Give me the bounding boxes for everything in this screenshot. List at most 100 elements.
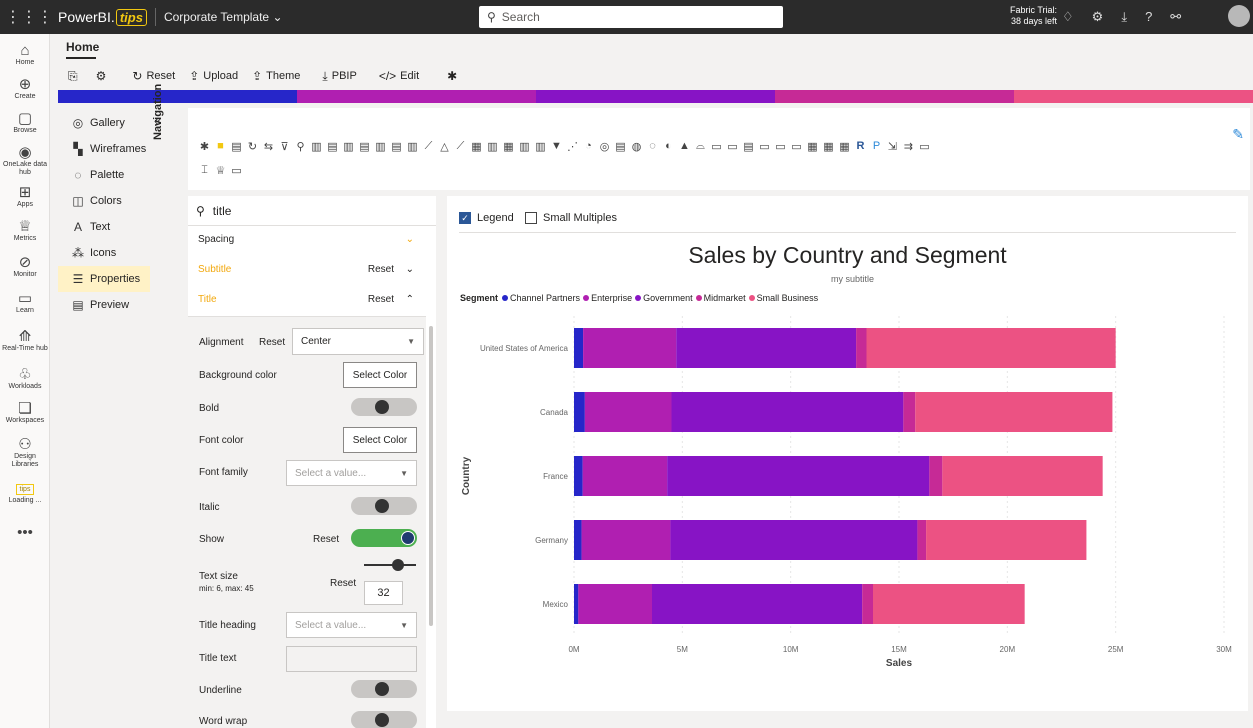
visual-type-icon[interactable]: ⌶ — [198, 164, 211, 177]
rail-item-workspaces[interactable]: ❏ Workspaces — [0, 400, 50, 425]
download-icon[interactable]: ⤓ — [1121, 9, 1127, 25]
visual-type-icon[interactable]: ▼ — [550, 140, 563, 153]
visual-type-icon[interactable]: ▭ — [726, 140, 739, 153]
visual-type-icon[interactable]: ▥ — [310, 140, 323, 153]
visual-type-icon[interactable]: △ — [438, 140, 451, 153]
legend-item[interactable]: Channel Partners — [502, 293, 580, 303]
visual-type-icon[interactable]: ▭ — [790, 140, 803, 153]
word-wrap-toggle[interactable] — [351, 711, 417, 728]
edit-button[interactable]: </> Edit — [379, 69, 419, 83]
nav-item-wireframes[interactable]: ▚ Wireframes — [58, 136, 150, 162]
rail-item-browse[interactable]: ▢ Browse — [0, 110, 50, 135]
background-select-color-button[interactable]: Select Color — [343, 362, 417, 388]
show-reset[interactable]: Reset — [313, 534, 339, 545]
help-icon[interactable]: ? — [1145, 9, 1152, 25]
rail-item-metrics[interactable]: ♕ Metrics — [0, 218, 50, 243]
nav-item-gallery[interactable]: ◎ Gallery — [58, 110, 150, 136]
settings-button[interactable]: ⚙ — [96, 69, 111, 83]
visual-type-icon[interactable]: ▭ — [230, 164, 243, 177]
rail-item-home[interactable]: ⌂ Home — [0, 42, 50, 67]
paint-brush-icon[interactable]: ✎ — [1232, 126, 1244, 143]
visual-type-icon[interactable]: ⟋ — [454, 140, 467, 153]
visual-type-icon[interactable]: ⚲ — [294, 140, 307, 153]
visual-type-icon[interactable]: P — [870, 140, 883, 153]
visual-type-icon[interactable]: ▦ — [806, 140, 819, 153]
visual-type-icon[interactable]: ▦ — [822, 140, 835, 153]
font-family-select[interactable]: Select a value... ▼ — [286, 460, 417, 486]
rail-item-more[interactable]: ••• — [0, 524, 50, 541]
alignment-select[interactable]: Center ▼ — [292, 328, 424, 355]
new-page-button[interactable]: ⎘ — [68, 69, 82, 84]
nav-item-text[interactable]: A Text — [58, 214, 150, 240]
show-toggle[interactable] — [351, 529, 417, 547]
scrollbar[interactable] — [429, 326, 433, 626]
subtitle-reset[interactable]: Reset — [368, 264, 394, 275]
nav-item-preview[interactable]: ▤ Preview — [58, 292, 150, 318]
pbip-button[interactable]: ⤓ PBIP — [322, 69, 356, 84]
visual-type-icon[interactable]: ⇆ — [262, 140, 275, 153]
legend-item[interactable]: Government — [635, 293, 693, 303]
italic-toggle[interactable] — [351, 497, 417, 515]
bell-icon[interactable]: ♢ — [1062, 9, 1074, 25]
font-select-color-button[interactable]: Select Color — [343, 427, 417, 453]
nav-item-icons[interactable]: ⁂ Icons — [58, 240, 150, 266]
alignment-reset[interactable]: Reset — [259, 337, 285, 348]
visual-type-icon[interactable]: ▥ — [342, 140, 355, 153]
app-launcher-icon[interactable]: ⋮⋮⋮ — [0, 7, 58, 27]
upload-button[interactable]: ⇪ Upload — [189, 69, 238, 83]
rail-item-apps[interactable]: ⊞ Apps — [0, 184, 50, 209]
visual-type-icon[interactable]: ▦ — [502, 140, 515, 153]
rail-item-workloads[interactable]: ♧ Workloads — [0, 366, 50, 391]
visual-type-icon[interactable]: ▤ — [326, 140, 339, 153]
visual-type-icon[interactable]: ▭ — [758, 140, 771, 153]
nav-item-palette[interactable]: ◌ Palette — [58, 162, 150, 188]
workspace-selector[interactable]: Corporate Template ⌄ — [164, 10, 283, 24]
title-text-input[interactable] — [286, 646, 417, 672]
share-icon[interactable]: ⚯ — [1170, 9, 1181, 25]
visual-type-icon[interactable]: ▦ — [838, 140, 851, 153]
gear-icon[interactable]: ⚙ — [1092, 9, 1104, 25]
rail-item-monitor[interactable]: ⊘ Monitor — [0, 254, 50, 279]
theme-button[interactable]: ⇪ Theme — [252, 69, 300, 83]
legend-item[interactable]: Enterprise — [583, 293, 632, 303]
title-heading-select[interactable]: Select a value... ▼ — [286, 612, 417, 638]
visual-type-icon[interactable]: ◎ — [598, 140, 611, 153]
visual-type-icon[interactable]: ▭ — [918, 140, 931, 153]
visual-type-icon[interactable]: ▦ — [470, 140, 483, 153]
subtitle-section[interactable]: Subtitle Reset ⌄ — [188, 264, 436, 275]
rail-item-design-libraries[interactable]: ⚇ Design Libraries — [0, 436, 50, 469]
legend-item[interactable]: Midmarket — [695, 293, 746, 303]
visual-type-icon[interactable]: ⇉ — [902, 140, 915, 153]
title-reset[interactable]: Reset — [368, 294, 394, 305]
bold-toggle[interactable] — [351, 398, 417, 416]
underline-toggle[interactable] — [351, 680, 417, 698]
visual-type-icon[interactable]: ◌ — [646, 140, 659, 153]
visual-type-icon[interactable]: ▤ — [358, 140, 371, 153]
small-multiples-checkbox[interactable]: Small Multiples — [525, 212, 617, 224]
visual-type-icon[interactable]: ▲ — [678, 140, 691, 153]
avatar[interactable] — [1228, 5, 1250, 27]
legend-item[interactable]: Small Business — [748, 293, 818, 303]
legend-checkbox[interactable]: ✓ Legend — [459, 212, 514, 224]
visual-type-icon[interactable]: ◐ — [662, 140, 675, 153]
text-size-slider[interactable] — [364, 559, 416, 571]
brand-logo[interactable]: PowerBI. tips — [58, 8, 147, 26]
spacing-section[interactable]: Spacing ⌄ — [188, 234, 436, 245]
visual-type-icon[interactable]: ⋰ — [566, 140, 579, 153]
visual-type-icon[interactable]: ■ — [214, 140, 227, 153]
visual-type-icon[interactable]: ◍ — [630, 140, 643, 153]
slider-thumb[interactable] — [392, 559, 404, 571]
reset-button[interactable]: ↻ Reset — [132, 69, 175, 83]
visual-type-icon[interactable]: ▤ — [742, 140, 755, 153]
rail-item-onelake-data-hub[interactable]: ◉ OneLake data hub — [0, 144, 50, 177]
visual-type-icon[interactable]: ▥ — [534, 140, 547, 153]
visual-type-icon[interactable]: ▭ — [710, 140, 723, 153]
visual-type-icon[interactable]: ▭ — [774, 140, 787, 153]
nav-item-colors[interactable]: ◫ Colors — [58, 188, 150, 214]
tab-home[interactable]: Home — [66, 40, 99, 54]
title-section[interactable]: Title Reset ⌃ — [188, 294, 436, 305]
visual-type-icon[interactable]: ↻ — [246, 140, 259, 153]
rail-item-create[interactable]: ⊕ Create — [0, 76, 50, 101]
rail-item-loading[interactable]: tips Loading ... — [0, 484, 50, 505]
visual-type-icon[interactable]: ▥ — [374, 140, 387, 153]
